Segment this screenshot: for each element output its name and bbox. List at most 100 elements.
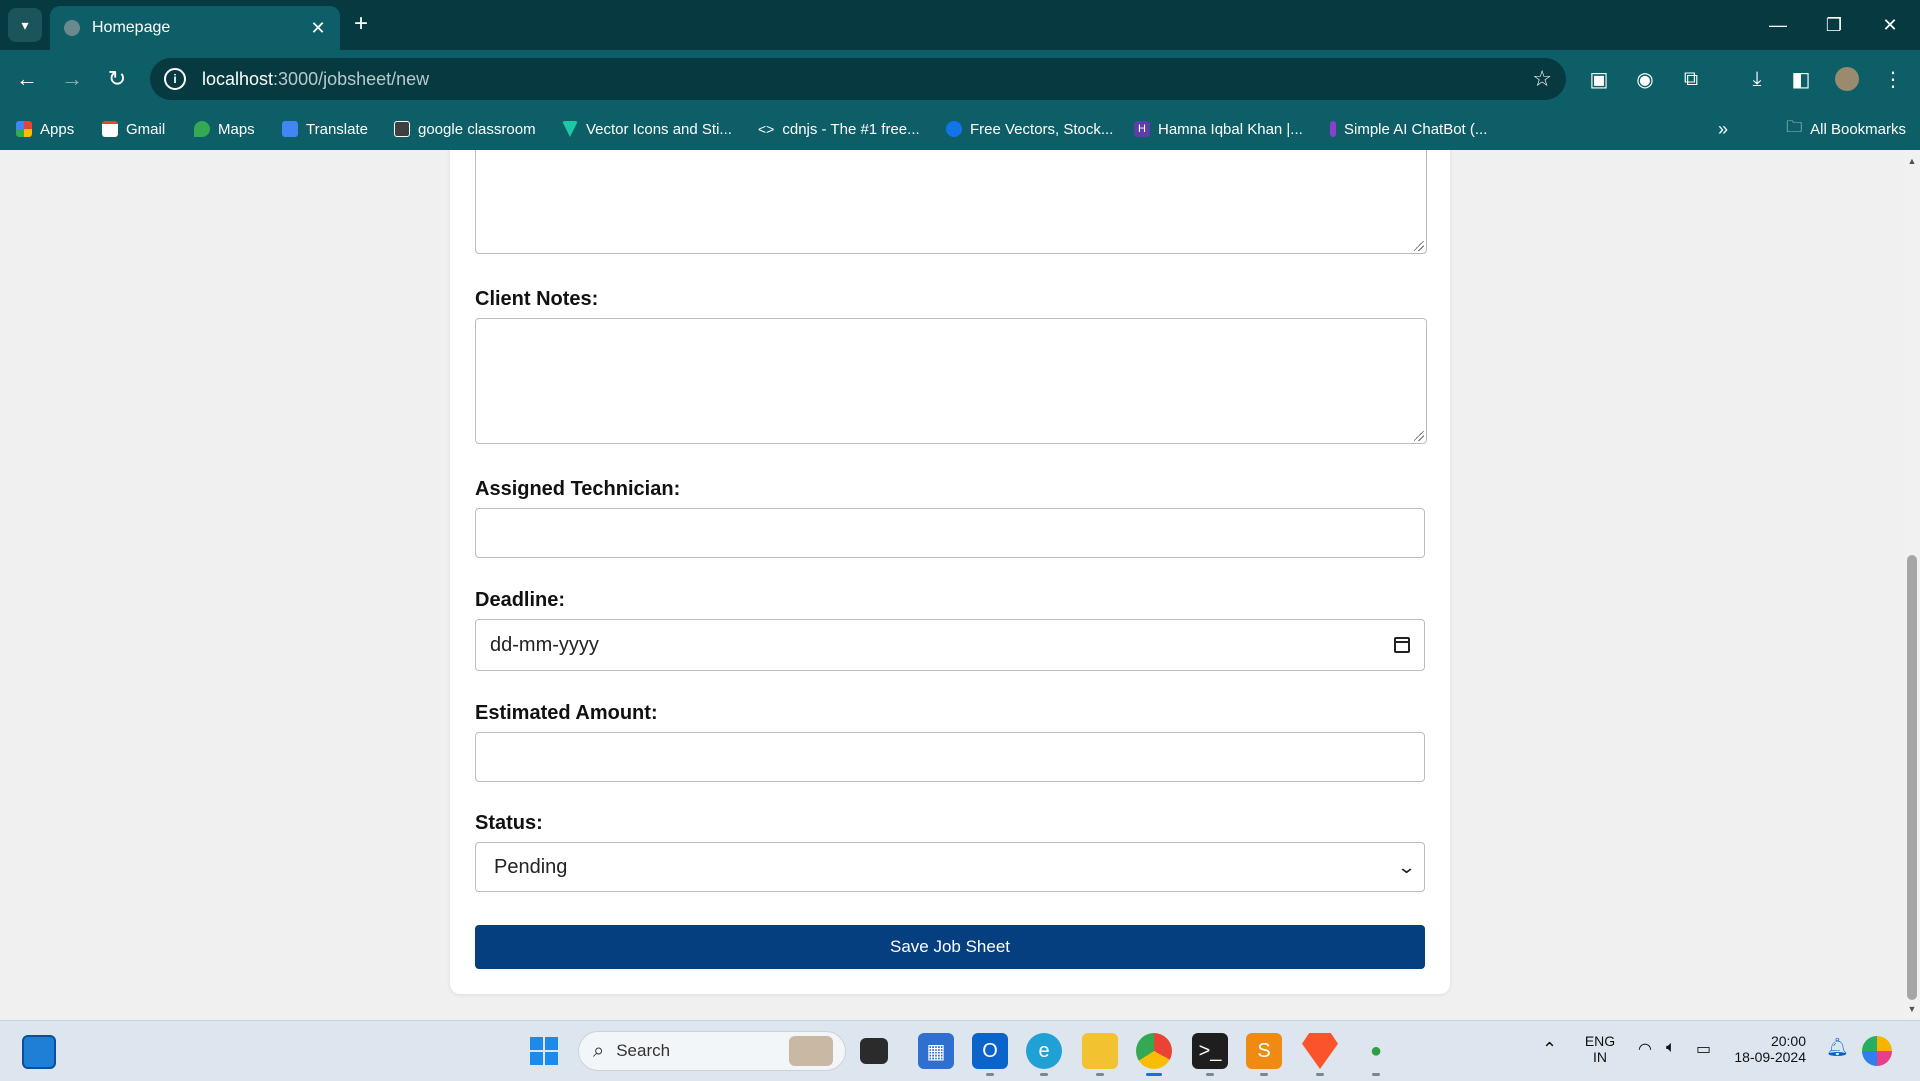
extension-circle-icon[interactable]: ◉	[1630, 64, 1660, 94]
classroom-icon	[394, 121, 410, 137]
deadline-placeholder: dd-mm-yyyy	[490, 633, 599, 656]
restore-button[interactable]: ❐	[1806, 0, 1862, 50]
browser-toolbar: ← → ↻ i localhost:3000/jobsheet/new ☆ ▣ …	[0, 50, 1920, 108]
scroll-up-arrow-icon[interactable]: ▲	[1904, 154, 1920, 168]
reload-icon: ↻	[107, 66, 127, 91]
close-tab-icon[interactable]: ✕	[306, 18, 330, 39]
copilot-icon[interactable]	[1862, 1036, 1892, 1066]
sublime-text-icon[interactable]: S	[1246, 1033, 1282, 1069]
brave-icon[interactable]	[1302, 1033, 1338, 1069]
side-panel-icon[interactable]: ◧	[1786, 64, 1816, 94]
windows-taskbar: ⌕ Search ▦ O e >_ S ● ⌃ ENG IN ◠ 🔈︎ ▭ 20…	[0, 1020, 1920, 1081]
bookmark-translate[interactable]: Translate	[282, 116, 368, 142]
vector-icon	[562, 121, 578, 137]
gmail-icon	[102, 121, 118, 137]
arrow-left-icon: ←	[16, 66, 38, 91]
more-bookmarks-button[interactable]: »	[1718, 116, 1728, 142]
status-select[interactable]: Pending ⌄	[475, 842, 1425, 892]
clock[interactable]: 20:00 18-09-2024	[1730, 1033, 1806, 1065]
search-highlight-image	[789, 1036, 833, 1066]
more-menu-icon[interactable]: ⋮	[1878, 64, 1908, 94]
file-explorer-icon[interactable]	[1082, 1033, 1118, 1069]
maps-icon	[194, 121, 210, 137]
volume-icon[interactable]: 🔈︎	[1666, 1039, 1676, 1057]
assigned-technician-input[interactable]	[475, 508, 1425, 558]
freepik-icon	[946, 121, 962, 137]
tab-title: Homepage	[92, 19, 171, 36]
bookmark-label: Hamna Iqbal Khan |...	[1158, 120, 1303, 138]
site-info-icon[interactable]: i	[164, 68, 186, 90]
bookmark-label: Apps	[40, 120, 75, 138]
bookmark-gmail[interactable]: Gmail	[102, 116, 165, 142]
chrome-icon[interactable]	[1136, 1033, 1172, 1069]
tray-overflow-chevron-icon[interactable]: ⌃	[1542, 1039, 1557, 1060]
taskbar-search-label: Search	[616, 1041, 671, 1060]
bookmark-cdnjs[interactable]: <> cdnjs - The #1 free...	[758, 116, 920, 142]
minimize-button[interactable]: —	[1750, 0, 1806, 50]
bookmark-star-icon[interactable]: ☆	[1532, 66, 1552, 92]
task-view-icon[interactable]	[860, 1038, 888, 1064]
deadline-date-input[interactable]: dd-mm-yyyy	[475, 619, 1425, 671]
bookmark-google-classroom[interactable]: google classroom	[394, 116, 536, 142]
calendar-icon[interactable]	[1394, 637, 1410, 653]
status-label: Status:	[475, 812, 543, 834]
edge-icon[interactable]: e	[1026, 1033, 1062, 1069]
estimated-amount-label: Estimated Amount:	[475, 702, 658, 724]
extensions-puzzle-icon[interactable]: ⧉	[1676, 64, 1706, 94]
store-icon[interactable]: ▦	[918, 1033, 954, 1069]
battery-icon[interactable]: ▭	[1696, 1039, 1711, 1059]
profile-avatar[interactable]	[1832, 64, 1862, 94]
widgets-icon[interactable]	[22, 1035, 56, 1069]
download-icon[interactable]: ⤓	[1742, 64, 1772, 94]
scrollbar-thumb[interactable]	[1907, 555, 1917, 1000]
url-host: localhost	[202, 68, 274, 89]
resize-grip-icon[interactable]	[1414, 431, 1424, 441]
page-viewport: Client Notes: Assigned Technician: Deadl…	[0, 150, 1904, 1018]
reload-button[interactable]: ↻	[100, 62, 134, 96]
tab-search-dropdown-button[interactable]: ▾	[8, 8, 42, 42]
all-bookmarks-label: All Bookmarks	[1810, 120, 1906, 138]
chevron-down-icon: ⌄	[1396, 856, 1417, 877]
bookmark-label: Maps	[218, 120, 255, 138]
globe-icon	[64, 20, 80, 36]
resize-grip-icon[interactable]	[1414, 241, 1424, 251]
all-bookmarks-button[interactable]: 🗀 All Bookmarks	[1786, 116, 1906, 142]
cast-icon[interactable]: ▣	[1584, 64, 1614, 94]
translate-icon	[282, 121, 298, 137]
taskbar-search-box[interactable]: ⌕ Search	[578, 1031, 846, 1071]
save-job-sheet-button[interactable]: Save Job Sheet	[475, 925, 1425, 969]
previous-notes-textarea[interactable]	[475, 150, 1427, 254]
mongodb-icon[interactable]: ●	[1358, 1033, 1394, 1069]
windows-start-icon[interactable]	[526, 1033, 562, 1069]
bookmark-freepik[interactable]: Free Vectors, Stock...	[946, 116, 1113, 142]
back-button[interactable]: ←	[10, 62, 44, 96]
client-notes-textarea[interactable]	[475, 318, 1427, 444]
wifi-icon[interactable]: ◠	[1638, 1039, 1652, 1059]
tab-strip: ▾ Homepage ✕ + — ❐ ✕	[0, 0, 1920, 50]
new-tab-button[interactable]: +	[354, 10, 368, 38]
estimated-amount-input[interactable]	[475, 732, 1425, 782]
clock-time: 20:00	[1770, 1033, 1806, 1049]
bookmark-vector-icons[interactable]: Vector Icons and Sti...	[562, 116, 732, 142]
close-window-button[interactable]: ✕	[1862, 0, 1918, 50]
status-selected-value: Pending	[494, 855, 568, 878]
bookmark-hamna[interactable]: H Hamna Iqbal Khan |...	[1134, 116, 1303, 142]
terminal-icon[interactable]: >_	[1192, 1033, 1228, 1069]
bookmark-label: Translate	[306, 120, 368, 138]
outlook-icon[interactable]: O	[972, 1033, 1008, 1069]
clock-date: 18-09-2024	[1734, 1049, 1806, 1065]
running-indicator	[1260, 1073, 1268, 1076]
bookmark-apps[interactable]: Apps	[16, 116, 74, 142]
language-indicator[interactable]: ENG IN	[1580, 1033, 1620, 1065]
notification-bell-icon[interactable]: 🔔︎	[1826, 1037, 1849, 1058]
bookmark-maps[interactable]: Maps	[194, 116, 255, 142]
active-indicator	[1146, 1073, 1162, 1076]
tab-homepage[interactable]: Homepage ✕	[50, 6, 340, 50]
forward-button[interactable]: →	[55, 62, 89, 96]
folder-icon: 🗀	[1786, 118, 1803, 136]
bookmark-chatbot[interactable]: Simple AI ChatBot (...	[1330, 116, 1487, 142]
address-bar[interactable]: i localhost:3000/jobsheet/new ☆	[150, 58, 1566, 100]
bookmark-label: Simple AI ChatBot (...	[1344, 120, 1488, 138]
apps-grid-icon	[16, 121, 32, 137]
scroll-down-arrow-icon[interactable]: ▼	[1904, 1002, 1920, 1016]
